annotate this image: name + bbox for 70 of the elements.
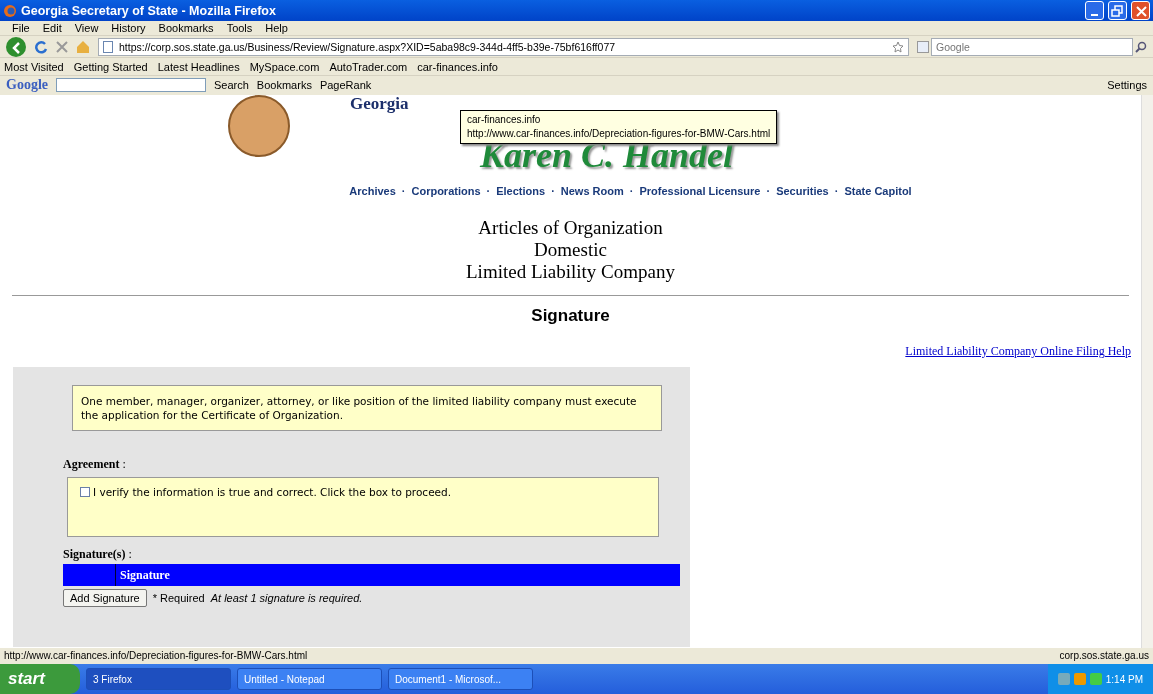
checkbox-label: I verify the information is true and correct. Click the box to proceed. — [93, 486, 452, 498]
settings-button[interactable]: Settings — [1107, 79, 1147, 91]
bookmark-item[interactable]: Latest Headlines — [157, 60, 240, 73]
start-button[interactable]: start — [0, 664, 80, 694]
page-title-line: Limited Liability Company — [466, 261, 675, 283]
search-icon[interactable] — [1135, 40, 1147, 53]
menu-item[interactable]: Edit — [42, 22, 62, 34]
scrollbar[interactable] — [1141, 95, 1153, 648]
required-note: At least 1 signature is required. — [210, 592, 363, 604]
taskbar-button[interactable]: 3 Firefox — [86, 668, 231, 690]
help-link[interactable]: Limited Liability Company Online Filing Help — [905, 344, 1131, 359]
menu-item[interactable]: Bookmarks — [158, 22, 214, 34]
taskbar-button[interactable]: Document1 - Microsof... — [388, 668, 533, 690]
status-domain: corp.sos.state.ga.us — [1059, 649, 1149, 661]
clock: 1:14 PM — [1105, 673, 1143, 685]
agreement-label: Agreement : — [63, 457, 127, 472]
nav-link[interactable]: News Room — [560, 185, 624, 197]
signatures-label: Signature(s) : — [63, 547, 133, 562]
bookmark-item[interactable]: MySpace.com — [249, 60, 320, 73]
section-title: Signature — [530, 306, 611, 326]
menu-item[interactable]: Tools — [226, 22, 253, 34]
menu-item[interactable]: History — [111, 22, 146, 34]
nav-link[interactable]: Professional Licensure — [639, 185, 761, 197]
separator-dot: · — [834, 185, 839, 197]
nav-link[interactable]: State Capitol — [844, 185, 912, 197]
minimize-icon[interactable] — [1085, 1, 1104, 20]
menu-item[interactable]: View — [74, 22, 99, 34]
search-field[interactable]: Google — [931, 37, 1133, 56]
nav-link[interactable]: Archives — [349, 185, 396, 197]
separator-dot: · — [401, 185, 406, 197]
window-title: Georgia Secretary of State - Mozilla Firefox — [21, 3, 277, 18]
separator-dot: · — [766, 185, 771, 197]
bookmark-item[interactable]: Getting Started — [73, 60, 148, 73]
menu-item[interactable]: Help — [265, 22, 288, 34]
back-icon[interactable] — [6, 36, 26, 57]
column-header: Signature — [119, 567, 171, 584]
restore-icon[interactable] — [1108, 1, 1127, 20]
page-title-line: Domestic — [534, 239, 607, 261]
bookmark-item[interactable]: car-finances.info — [417, 60, 498, 73]
nav-link[interactable]: Securities — [776, 185, 829, 197]
site-logo-text: Georgia — [350, 95, 409, 113]
bookmark-item[interactable]: Most Visited — [4, 60, 64, 73]
nav-link[interactable]: Elections — [496, 185, 546, 197]
tooltip-url: http://www.car-finances.info/Depreciation-figures-for-BMW-Cars.html — [467, 127, 771, 141]
required-label: * Required — [152, 592, 205, 604]
toolbar-search-field[interactable] — [56, 78, 206, 92]
stop-icon[interactable] — [56, 40, 68, 53]
address-bar[interactable]: https://corp.sos.state.ga.us/Business/Review/Signature.aspx?XID=5aba98c9-344d-4ff5-b39e-75bf616ff077 — [98, 37, 909, 56]
tooltip-title: car-finances.info — [467, 113, 542, 127]
close-icon[interactable] — [1131, 1, 1150, 20]
pagerank-label: PageRank — [319, 79, 372, 91]
separator-dot: · — [629, 185, 634, 197]
nav-link[interactable]: Corporations — [411, 185, 481, 197]
menu-item[interactable]: File — [12, 22, 30, 34]
bookmark-item[interactable]: AutoTrader.com — [329, 60, 408, 73]
taskbar-button[interactable]: Untitled - Notepad — [237, 668, 382, 690]
page-icon — [103, 40, 113, 53]
toolbar-bookmarks-button[interactable]: Bookmarks — [256, 79, 312, 91]
separator-dot: · — [486, 185, 491, 197]
google-logo: Google — [6, 77, 48, 93]
toolbar-search-button[interactable]: Search — [214, 79, 249, 91]
page-title-line: Articles of Organization — [478, 217, 663, 239]
star-icon[interactable] — [892, 40, 904, 53]
reload-icon[interactable] — [34, 39, 48, 54]
add-signature-button[interactable]: Add Signature — [63, 589, 147, 607]
status-text: http://www.car-finances.info/Depreciation-figures-for-BMW-Cars.html — [4, 649, 308, 661]
notice-text: One member, manager, organizer, attorney, or like position of the limited liability company must execute the application for the Certificate of Organization. — [72, 385, 662, 431]
browser-logo-icon — [3, 3, 17, 18]
agreement-checkbox[interactable] — [80, 487, 90, 497]
separator-dot: · — [551, 185, 555, 197]
